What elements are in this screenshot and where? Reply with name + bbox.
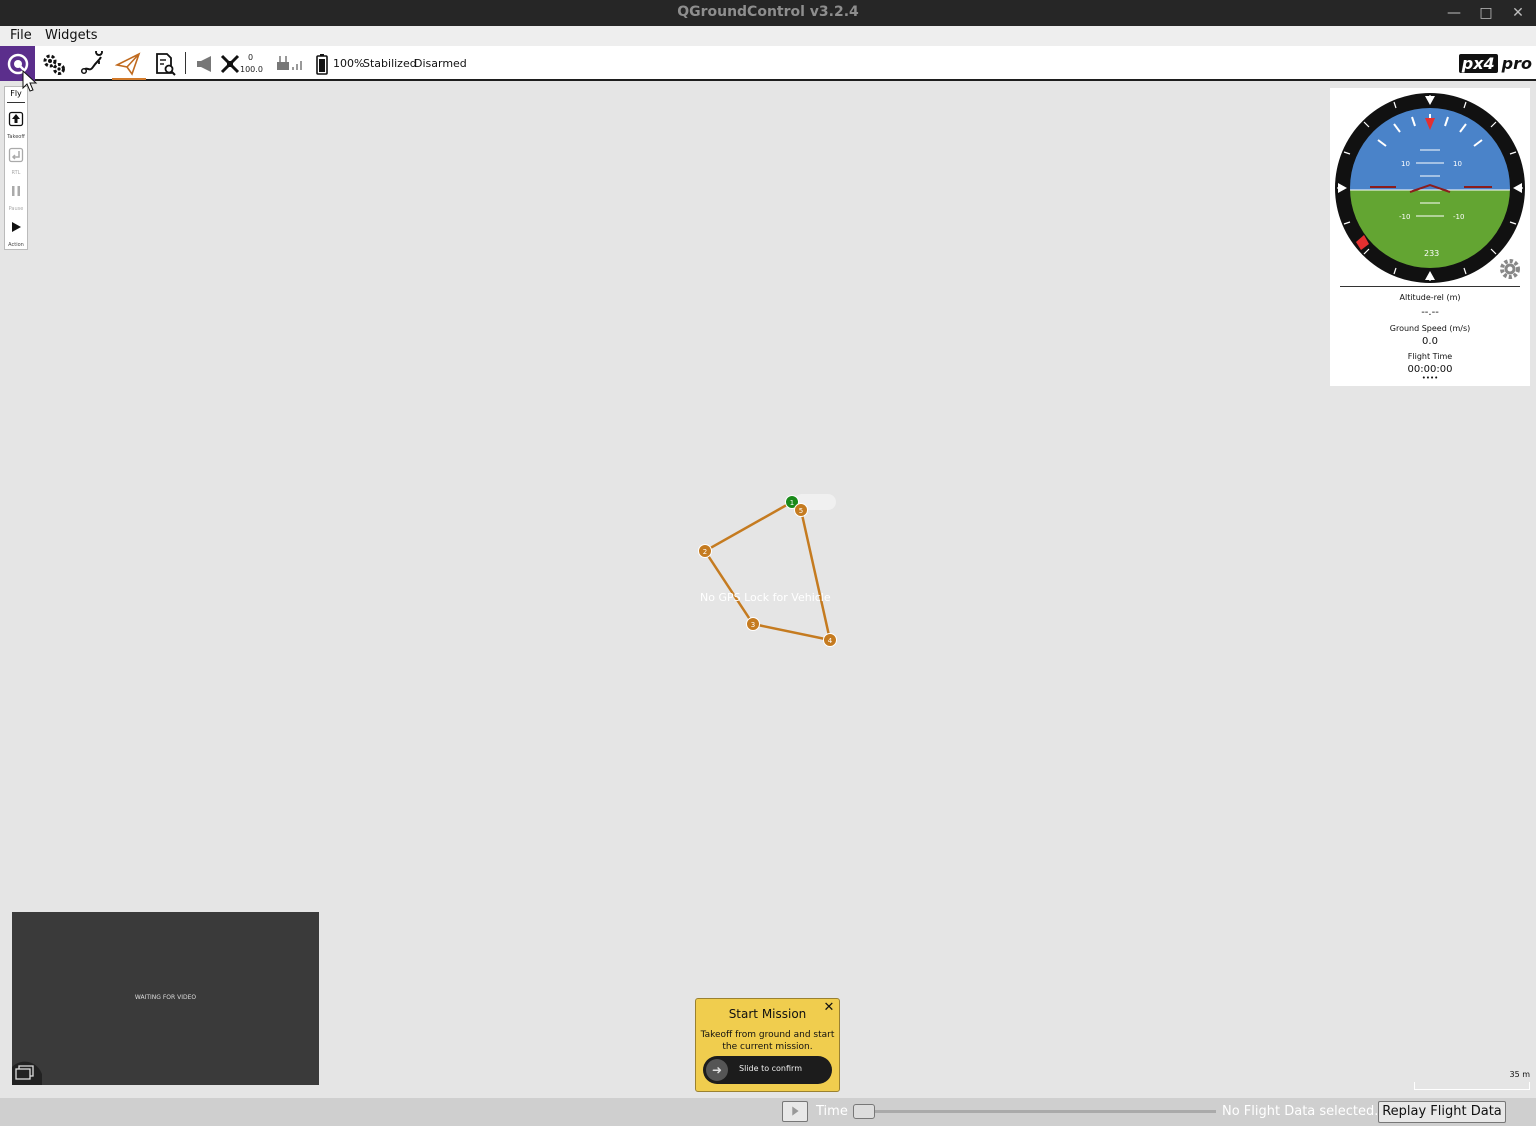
- logo-pro: pro: [1501, 54, 1532, 73]
- pitch-label-up-right: 10: [1453, 160, 1462, 168]
- takeoff-label: Takeoff: [7, 134, 25, 140]
- switch-view-icon[interactable]: [12, 1055, 42, 1085]
- active-view-indicator: [112, 78, 146, 80]
- battery-percent: 100%: [333, 57, 365, 70]
- start-mission-description: Takeoff from ground and start the curren…: [700, 1030, 835, 1052]
- close-button[interactable]: ✕: [1507, 3, 1529, 23]
- instrument-panel: 10 10 -10 -10 233 Altitude-rel (m) --.--…: [1330, 88, 1530, 386]
- signal-strength-icon: [289, 49, 307, 79]
- replay-slider-handle[interactable]: [853, 1104, 875, 1119]
- no-flight-data-status: No Flight Data selected..: [1222, 1104, 1383, 1119]
- takeoff-icon[interactable]: [8, 111, 24, 127]
- menu-file[interactable]: File: [10, 28, 32, 43]
- maximize-button[interactable]: □: [1475, 3, 1497, 23]
- replay-time-slider[interactable]: [856, 1110, 1216, 1113]
- pitch-label-up-left: 10: [1401, 160, 1410, 168]
- time-label: Time: [816, 1104, 848, 1119]
- fly-view-button[interactable]: [113, 49, 143, 79]
- menu-bar: File Widgets: [0, 26, 1536, 46]
- slide-to-confirm-label: Slide to confirm: [739, 1064, 802, 1073]
- fly-tool-strip: Fly Takeoff RTL Pause Action: [4, 86, 28, 250]
- rtl-label: RTL: [11, 170, 21, 176]
- flight-time-label: Flight Time: [1407, 352, 1453, 361]
- window-title: QGroundControl v3.2.4: [677, 4, 859, 20]
- waypoint-4-label: 4: [828, 637, 833, 645]
- waypoint-3-label: 3: [751, 621, 755, 629]
- pitch-label-down-right: -10: [1453, 213, 1464, 221]
- vehicle-setup-button[interactable]: [39, 49, 69, 79]
- rtl-icon[interactable]: [8, 147, 24, 163]
- altitude-label: Altitude-rel (m): [1399, 293, 1461, 302]
- action-label: Action: [8, 242, 24, 248]
- heading-value: 233: [1424, 249, 1439, 258]
- gps-satellite-count: 0: [248, 53, 254, 62]
- waypoint-3[interactable]: 3: [746, 617, 760, 631]
- waypoint-2-label: 2: [703, 548, 707, 556]
- ground-speed-label: Ground Speed (m/s): [1389, 324, 1471, 333]
- flight-replay-bar: Time No Flight Data selected.. Replay Fl…: [0, 1098, 1536, 1126]
- logo-px4: px4: [1458, 54, 1498, 73]
- replay-flight-data-button[interactable]: Replay Flight Data: [1378, 1101, 1506, 1123]
- map-scale-label: 35 m: [1509, 1070, 1530, 1079]
- window-titlebar: QGroundControl v3.2.4 — □ ✕: [0, 0, 1536, 26]
- analyze-view-button[interactable]: [150, 49, 180, 79]
- gps-indicator[interactable]: [215, 49, 245, 79]
- waypoint-1-label: 1: [790, 499, 794, 507]
- gears-icon: [43, 54, 65, 75]
- gear-icon[interactable]: [1497, 256, 1523, 282]
- battery-icon: [316, 54, 328, 75]
- map-scale-bar: [1414, 1082, 1530, 1090]
- pitch-label-down-left: -10: [1399, 213, 1410, 221]
- document-search-icon: [156, 53, 176, 76]
- mission-path: [703, 500, 832, 642]
- pause-label: Pause: [8, 206, 24, 212]
- video-panel[interactable]: WAITING FOR VIDEO: [12, 912, 319, 1085]
- start-mission-title: Start Mission: [728, 1007, 807, 1021]
- gps-hdop: 100.0: [240, 65, 263, 74]
- video-status: WAITING FOR VIDEO: [134, 994, 197, 1001]
- play-button[interactable]: [782, 1101, 808, 1122]
- main-toolbar: 0 100.0 100% Stabilized Disarmed px4 pro: [0, 46, 1536, 81]
- altitude-value: --.--: [1421, 307, 1439, 318]
- plan-route-icon: [80, 51, 103, 75]
- px4-pro-logo: px4 pro: [1458, 54, 1532, 73]
- start-mission-dialog: ✕ Start Mission Takeoff from ground and …: [695, 998, 840, 1092]
- slide-to-confirm[interactable]: ➜ Slide to confirm: [703, 1056, 832, 1084]
- waypoint-5[interactable]: 5: [794, 503, 808, 517]
- no-gps-lock-message: No GPS Lock for Vehicle: [700, 591, 831, 604]
- plan-view-button[interactable]: [77, 49, 107, 79]
- play-icon: [792, 1106, 799, 1116]
- waypoint-2[interactable]: 2: [698, 544, 712, 558]
- toolbar-separator: [185, 52, 186, 74]
- instrument-divider: [1340, 286, 1520, 287]
- action-icon[interactable]: [8, 219, 24, 235]
- waypoint-4[interactable]: 4: [823, 633, 837, 647]
- mouse-cursor-icon: [22, 70, 38, 92]
- arm-state[interactable]: Disarmed: [414, 57, 467, 70]
- minimize-button[interactable]: —: [1443, 3, 1465, 23]
- ground-speed-value: 0.0: [1422, 336, 1438, 347]
- menu-widgets[interactable]: Widgets: [45, 28, 98, 43]
- battery-indicator[interactable]: [312, 49, 332, 79]
- waypoint-5-label: 5: [799, 507, 803, 515]
- paper-plane-icon: [115, 52, 141, 76]
- pause-icon[interactable]: [8, 183, 24, 199]
- mission-path-layer: 1 2 3 4 5: [698, 494, 837, 647]
- more-values-button[interactable]: ••••: [1330, 374, 1530, 382]
- arrow-right-icon[interactable]: ➜: [706, 1059, 728, 1081]
- flight-mode-selector[interactable]: Stabilized: [363, 57, 417, 70]
